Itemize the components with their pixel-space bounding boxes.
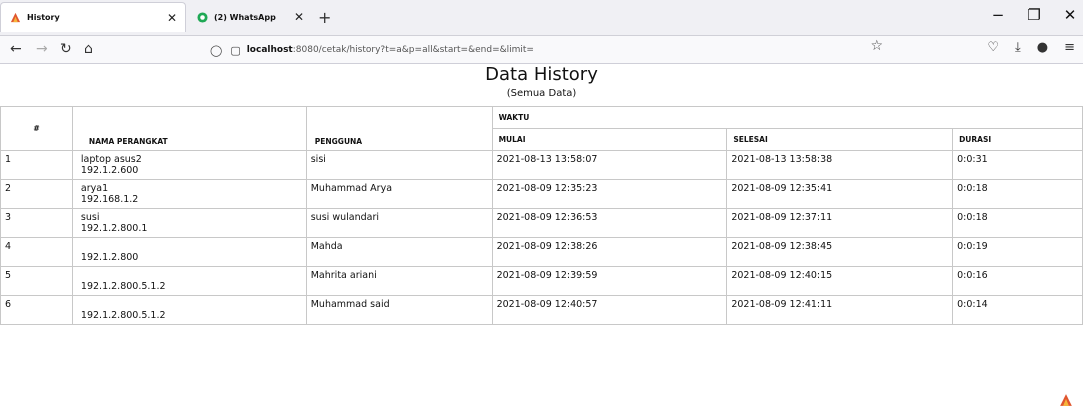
cell-start: 2021-08-09 12:35:23: [491, 179, 728, 209]
device-name: [81, 270, 302, 281]
header-duration: DURASI: [952, 128, 1083, 151]
cell-no: 5: [0, 266, 73, 296]
cell-user: Muhammad Arya: [305, 179, 493, 209]
cell-device: 192.1.2.800.5.1.2: [71, 266, 307, 296]
back-icon[interactable]: ←: [10, 41, 22, 57]
cell-device: 192.1.2.800.5.1.2: [71, 295, 307, 325]
cell-no: 6: [0, 295, 73, 325]
cell-end: 2021-08-09 12:37:11: [726, 208, 954, 238]
cell-user: sisi: [305, 150, 493, 180]
address-bar[interactable]: ◯ ▢ localhost:8080/cetak/history?t=a&p=a…: [210, 39, 890, 61]
device-ip: 192.1.2.800.1: [80, 223, 148, 234]
toolbar-icons: ♡ ⤓ ● ≡: [987, 40, 1075, 55]
device-ip: 192.1.2.800.5.1.2: [80, 310, 166, 321]
cell-duration: 0:0:14: [952, 295, 1083, 325]
table-row: 2 arya1 192.168.1.2 Muhammad Arya 2021-08…: [0, 179, 1083, 209]
menu-icon[interactable]: ≡: [1064, 40, 1075, 55]
header-device: NAMA PERANGKAT: [71, 106, 307, 151]
cell-user: Muhammad said: [305, 295, 493, 325]
close-tab-icon[interactable]: ✕: [167, 11, 177, 25]
cell-no: 2: [0, 179, 73, 209]
new-tab-button[interactable]: +: [318, 8, 331, 27]
page-content: Data History (Semua Data) # NAMA PERANGK…: [0, 64, 1083, 417]
header-no: #: [0, 106, 73, 151]
device-ip: 192.1.2.800.5.1.2: [80, 281, 166, 292]
cell-no: 3: [0, 208, 73, 238]
cell-end: 2021-08-09 12:35:41: [726, 179, 954, 209]
browser-tab-bar: History ✕ (2) WhatsApp ✕ + − ❐ ✕: [0, 0, 1083, 36]
cell-duration: 0:0:31: [952, 150, 1083, 180]
page-subtitle: (Semua Data): [506, 88, 577, 99]
header-row: # NAMA PERANGKAT PENGGUNA WAKTU: [0, 106, 1083, 151]
cell-end: 2021-08-09 12:40:15: [726, 266, 954, 296]
reload-icon[interactable]: ↻: [60, 41, 72, 57]
device-ip: 192.1.2.600: [80, 165, 139, 176]
url-text: localhost:8080/cetak/history?t=a&p=all&s…: [246, 45, 534, 55]
table-row: 6 192.1.2.800.5.1.2 Muhammad said 2021-0…: [0, 295, 1083, 325]
bookmark-star-icon[interactable]: ☆: [870, 38, 883, 54]
cell-start: 2021-08-09 12:38:26: [491, 237, 728, 267]
flame-icon: [9, 12, 21, 24]
cell-no: 1: [0, 150, 73, 180]
extension-icon[interactable]: ●: [1037, 40, 1048, 55]
tab-title: (2) WhatsApp: [214, 12, 276, 22]
cell-start: 2021-08-09 12:36:53: [491, 208, 728, 238]
restore-icon[interactable]: ❐: [1027, 6, 1041, 24]
flame-icon[interactable]: [1059, 393, 1075, 409]
device-ip: 192.168.1.2: [80, 194, 139, 205]
page-title: Data History: [485, 64, 598, 85]
table-row: 5 192.1.2.800.5.1.2 Mahrita ariani 2021-…: [0, 266, 1083, 296]
home-icon[interactable]: ⌂: [84, 41, 93, 57]
window-controls: − ❐ ✕: [991, 6, 1077, 24]
table-row: 1 laptop asus2 192.1.2.600 sisi 2021-08-1…: [0, 150, 1083, 180]
forward-icon[interactable]: →: [36, 41, 48, 57]
cell-device: arya1 192.168.1.2: [71, 179, 307, 209]
shield-icon[interactable]: ◯: [210, 44, 222, 57]
device-name: [81, 241, 302, 252]
device-name: [81, 299, 302, 310]
header-time-group: WAKTU: [491, 106, 1083, 129]
whatsapp-icon: [196, 11, 208, 23]
cell-end: 2021-08-09 12:38:45: [726, 237, 954, 267]
cell-user: Mahda: [305, 237, 493, 267]
cell-end: 2021-08-13 13:58:38: [726, 150, 954, 180]
cell-duration: 0:0:19: [952, 237, 1083, 267]
cell-start: 2021-08-09 12:40:57: [491, 295, 728, 325]
page-icon[interactable]: ▢: [230, 44, 240, 57]
device-name: laptop asus2: [80, 154, 142, 165]
cell-no: 4: [0, 237, 73, 267]
history-table: # NAMA PERANGKAT PENGGUNA WAKTU MULAI SE…: [0, 106, 1083, 325]
download-icon[interactable]: ⤓: [1015, 40, 1021, 55]
device-name: arya1: [80, 183, 109, 194]
cell-device: laptop asus2 192.1.2.600: [71, 150, 307, 180]
cell-device: susi 192.1.2.800.1: [71, 208, 307, 238]
cell-start: 2021-08-09 12:39:59: [491, 266, 728, 296]
device-name: susi: [80, 212, 100, 223]
table-row: 4 192.1.2.800 Mahda 2021-08-09 12:38:26 …: [0, 237, 1083, 267]
header-end: SELESAI: [726, 128, 954, 151]
cell-user: susi wulandari: [305, 208, 493, 238]
browser-nav-bar: ← → ↻ ⌂ ◯ ▢ localhost:8080/cetak/history…: [0, 36, 1083, 64]
cell-end: 2021-08-09 12:41:11: [726, 295, 954, 325]
tab-history[interactable]: History ✕: [0, 2, 186, 32]
close-tab-icon[interactable]: ✕: [294, 10, 304, 24]
header-user: PENGGUNA: [305, 106, 493, 151]
pocket-icon[interactable]: ♡: [987, 40, 999, 55]
tab-title: History: [27, 13, 60, 22]
close-window-icon[interactable]: ✕: [1063, 6, 1077, 24]
table-row: 3 susi 192.1.2.800.1 susi wulandari 2021-…: [0, 208, 1083, 238]
header-start: MULAI: [491, 128, 728, 151]
device-ip: 192.1.2.800: [80, 252, 139, 263]
cell-user: Mahrita ariani: [305, 266, 493, 296]
cell-device: 192.1.2.800: [71, 237, 307, 267]
minimize-icon[interactable]: −: [991, 6, 1005, 24]
cell-duration: 0:0:18: [952, 208, 1083, 238]
cell-start: 2021-08-13 13:58:07: [491, 150, 728, 180]
tab-whatsapp[interactable]: (2) WhatsApp ✕: [188, 2, 312, 32]
cell-duration: 0:0:18: [952, 179, 1083, 209]
cell-duration: 0:0:16: [952, 266, 1083, 296]
